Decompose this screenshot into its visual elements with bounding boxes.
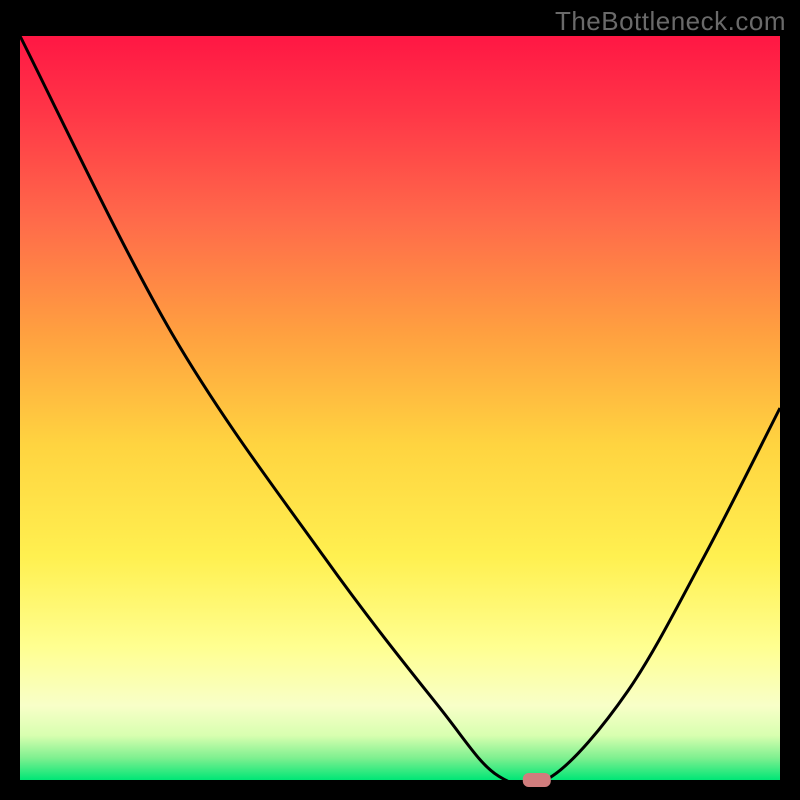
plot-background (20, 36, 780, 780)
watermark-text: TheBottleneck.com (555, 6, 786, 37)
chart-frame: TheBottleneck.com (0, 0, 800, 800)
bottleneck-chart (0, 0, 800, 800)
optimal-marker (523, 773, 551, 787)
